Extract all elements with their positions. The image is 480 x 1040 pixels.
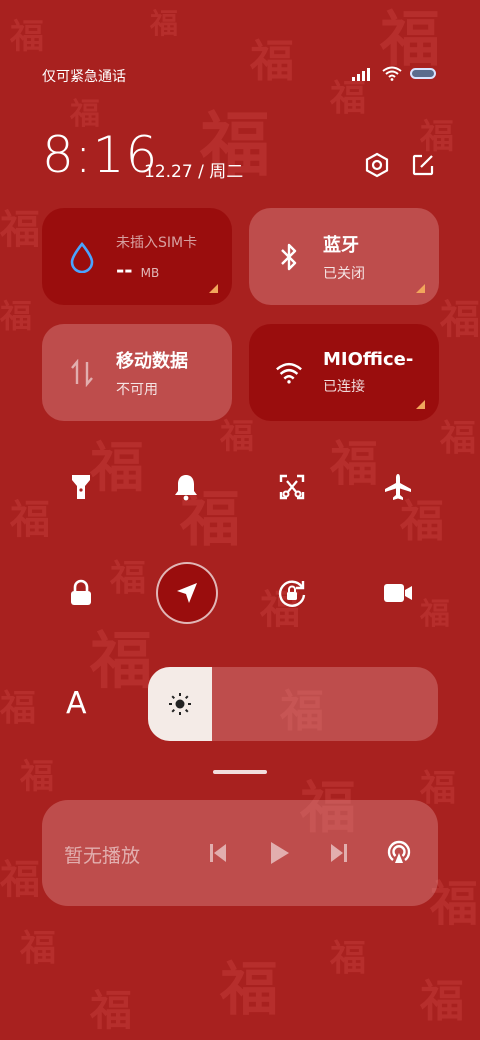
wifi-network-name: MIOffice- [323,349,414,370]
lock-screen-toggle[interactable] [61,573,101,613]
wallpaper-glyph: 福 [0,206,40,253]
location-toggle[interactable] [156,562,218,624]
wifi-text: MIOffice- 已连接 [323,349,413,396]
drag-handle[interactable] [213,770,267,774]
next-icon [331,844,347,862]
status-icons [352,66,436,81]
previous-icon [210,844,226,862]
wallpaper-glyph: 福 [10,17,44,57]
tile-corner-indicator [416,284,425,293]
screenshot-toggle[interactable] [272,467,312,507]
wallpaper-glyph: 福 [330,436,379,492]
wallpaper-glyph: 福 [0,856,40,903]
wallpaper-glyph: 福 [20,927,57,969]
bluetooth-tile[interactable]: 蓝牙 已关闭 [249,208,439,305]
wifi-status: 已连接 [323,379,365,395]
cast-button[interactable] [384,837,414,867]
wifi-icon [275,359,303,387]
clock-time: 8:16 [42,126,159,184]
wifi-icon [382,66,402,81]
rotation-lock-icon [278,580,306,607]
wallpaper-glyph: 福 [0,297,33,335]
wallpaper-glyph: 福 [0,687,37,729]
airplane-icon [385,474,411,500]
wallpaper-glyph: 福 [420,117,454,157]
tile-corner-indicator [209,284,218,293]
wallpaper-glyph: 福 [90,624,153,697]
data-usage-value-row: -- MB [116,258,197,282]
flashlight-icon [72,475,90,499]
wifi-tile[interactable]: MIOffice- 已连接 [249,324,439,421]
screen-record-toggle[interactable] [378,573,418,613]
bluetooth-status: 已关闭 [323,265,365,282]
wallpaper-glyph: 福 [420,597,450,632]
wallpaper-glyph: 福 [220,955,279,1023]
wallpaper-glyph: 福 [10,496,50,543]
wallpaper-glyph: 福 [420,767,457,809]
bluetooth-label: 蓝牙 [323,234,359,256]
wallpaper-glyph: 福 [90,986,133,1035]
edit-icon[interactable] [409,151,437,179]
mobile-data-icon [68,358,96,387]
tile-corner-indicator [416,400,425,409]
carrier-status: 仅可紧急通话 [42,69,126,85]
data-usage-unit: MB [140,265,160,280]
flashlight-toggle[interactable] [61,467,101,507]
sun-icon [169,693,191,715]
settings-icon[interactable] [363,151,391,179]
wallpaper-glyph: 福 [220,417,254,457]
font-size-label: A [66,686,87,721]
wallpaper-glyph: 福 [380,5,440,75]
wallpaper-glyph: 福 [20,757,54,797]
location-icon [177,583,197,603]
play-button[interactable] [264,838,294,868]
wallpaper-glyph: 福 [330,937,367,979]
wallpaper-glyph: 福 [440,417,477,459]
cast-icon [387,840,411,863]
mobile-data-status: 不可用 [116,381,158,398]
mobile-data-text: 移动数据 不可用 [116,347,188,399]
wallpaper-glyph: 福 [110,557,147,599]
sim-status: 未插入SIM卡 [116,234,198,251]
sound-toggle[interactable] [166,467,206,507]
mobile-data-label: 移动数据 [116,350,188,372]
media-status: 暂无播放 [64,845,141,867]
wallpaper-glyph: 福 [250,36,294,87]
brightness-fill [148,667,212,741]
video-camera-icon [384,584,412,602]
water-drop-icon [68,241,96,273]
lock-icon [71,579,91,605]
wallpaper-glyph: 福 [430,876,479,932]
wallpaper-glyph: 福 [330,77,367,119]
play-icon [271,842,289,864]
mobile-data-tile[interactable]: 移动数据 不可用 [42,324,232,421]
data-usage-value: -- [116,257,133,282]
wallpaper-glyph: 福 [420,976,464,1027]
battery-icon [410,68,436,79]
data-usage-tile[interactable]: 未插入SIM卡 -- MB [42,208,232,305]
next-button[interactable] [324,838,354,868]
data-usage-text: 未插入SIM卡 -- MB [116,232,197,282]
screenshot-icon [279,474,305,500]
bluetooth-text: 蓝牙 已关闭 [323,231,365,283]
clock-date: 12.27 / 周二 [144,162,244,182]
rotation-lock-toggle[interactable] [272,573,312,613]
previous-button[interactable] [203,838,233,868]
bell-icon [175,475,197,501]
wallpaper-glyph: 福 [150,7,179,40]
signal-icon [352,67,370,81]
bluetooth-icon [275,243,303,271]
brightness-slider[interactable] [148,667,438,741]
airplane-toggle[interactable] [378,467,418,507]
wallpaper-glyph: 福 [440,296,480,343]
